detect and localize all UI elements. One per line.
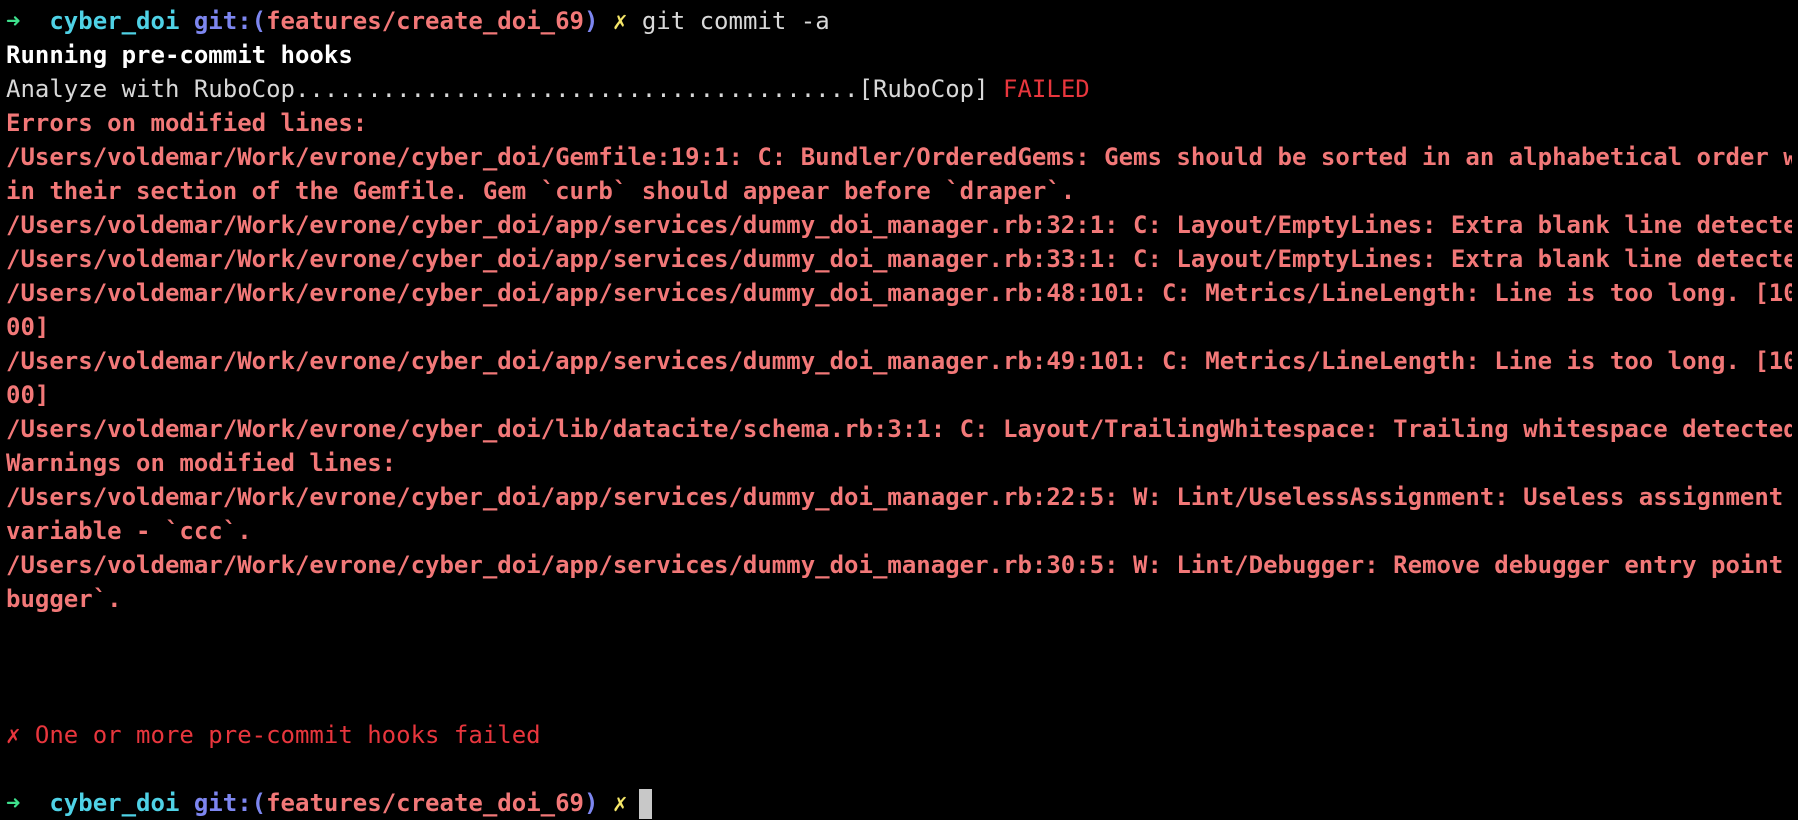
error-line: /Users/voldemar/Work/evrone/cyber_doi/ap…	[6, 279, 1792, 307]
git-branch: features/create_doi_69	[266, 789, 584, 817]
warning-line: bugger`.	[6, 585, 122, 613]
entered-command: git commit -a	[641, 7, 830, 35]
warning-line: variable - `ccc`.	[6, 517, 252, 545]
errors-heading: Errors on modified lines:	[6, 109, 368, 137]
hooks-header: Running pre-commit hooks	[6, 41, 353, 69]
error-line: in their section of the Gemfile. Gem `cu…	[6, 177, 1076, 205]
warnings-heading: Warnings on modified lines:	[6, 449, 397, 477]
text-cursor[interactable]	[639, 789, 653, 819]
prompt-arrow-icon: ➜	[6, 789, 21, 817]
terminal-window[interactable]: ➜ cyber_doi git:(features/create_doi_69)…	[6, 4, 1792, 820]
git-label: git:(	[193, 789, 267, 817]
error-line: /Users/voldemar/Work/evrone/cyber_doi/ap…	[6, 245, 1792, 273]
current-directory: cyber_doi	[49, 7, 180, 35]
error-line: /Users/voldemar/Work/evrone/cyber_doi/Ge…	[6, 143, 1792, 171]
prompt-line: ➜ cyber_doi git:(features/create_doi_69)…	[6, 4, 1792, 38]
error-line: 00]	[6, 381, 50, 409]
warning-line: /Users/voldemar/Work/evrone/cyber_doi/ap…	[6, 551, 1792, 579]
git-label-close: )	[584, 7, 599, 35]
dirty-marker-icon: ✗	[612, 7, 628, 35]
rubocop-check-line: Analyze with RuboCop....................…	[6, 72, 1792, 106]
git-label-close: )	[584, 789, 599, 817]
error-line: /Users/voldemar/Work/evrone/cyber_doi/ap…	[6, 211, 1792, 239]
prompt-line: ➜ cyber_doi git:(features/create_doi_69)…	[6, 786, 1792, 820]
check-status: FAILED	[1003, 75, 1090, 103]
check-tool: [RuboCop]	[858, 75, 989, 103]
current-directory: cyber_doi	[49, 789, 180, 817]
warning-line: /Users/voldemar/Work/evrone/cyber_doi/ap…	[6, 483, 1792, 511]
failure-message: ✗ One or more pre-commit hooks failed	[6, 721, 541, 749]
git-branch: features/create_doi_69	[266, 7, 584, 35]
prompt-arrow-icon: ➜	[6, 7, 21, 35]
error-line: /Users/voldemar/Work/evrone/cyber_doi/ap…	[6, 347, 1792, 375]
error-line: /Users/voldemar/Work/evrone/cyber_doi/li…	[6, 415, 1792, 443]
git-label: git:(	[193, 7, 267, 35]
dirty-marker-icon: ✗	[612, 789, 628, 817]
error-line: 00]	[6, 313, 50, 341]
check-label: Analyze with RuboCop....................…	[6, 75, 859, 103]
